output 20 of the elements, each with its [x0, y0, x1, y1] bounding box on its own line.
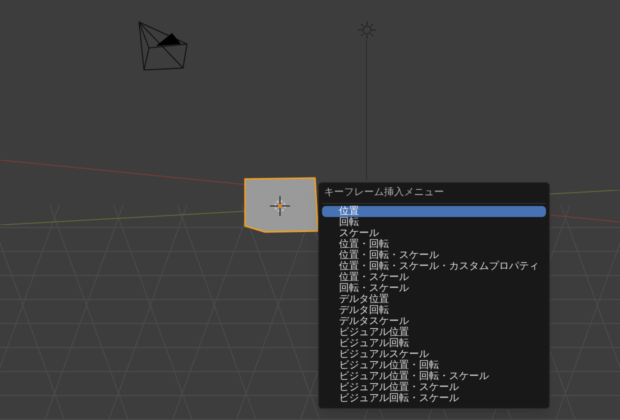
menu-item[interactable]: ビジュアル位置・回転・スケール	[322, 371, 546, 382]
menu-item[interactable]: 回転・スケール	[322, 283, 546, 294]
menu-item[interactable]: 位置・回転	[322, 239, 546, 250]
menu-item[interactable]: ビジュアル回転	[322, 338, 546, 349]
menu-item[interactable]: 位置	[322, 206, 546, 217]
menu-item[interactable]: 位置・回転・スケール	[322, 250, 546, 261]
menu-item[interactable]: ビジュアル位置・回転	[322, 360, 546, 371]
menu-item[interactable]: デルタスケール	[322, 316, 546, 327]
menu-item[interactable]: 位置・回転・スケール・カスタムプロパティ	[322, 261, 546, 272]
light-drawing	[357, 20, 377, 40]
menu-item[interactable]: デルタ位置	[322, 294, 546, 305]
menu-item[interactable]: スケール	[322, 228, 546, 239]
menu-item[interactable]: デルタ回転	[322, 305, 546, 316]
menu-item[interactable]: ビジュアル位置・スケール	[322, 382, 546, 393]
menu-item[interactable]: 回転	[322, 217, 546, 228]
menu-title: キーフレーム挿入メニュー	[323, 186, 445, 200]
menu-item[interactable]: ビジュアル回転・スケール	[322, 393, 546, 404]
menu-item[interactable]: ビジュアル位置	[322, 327, 546, 338]
menu-item[interactable]: ビジュアルスケール	[322, 349, 546, 360]
menu-item[interactable]: 位置・スケール	[322, 272, 546, 283]
